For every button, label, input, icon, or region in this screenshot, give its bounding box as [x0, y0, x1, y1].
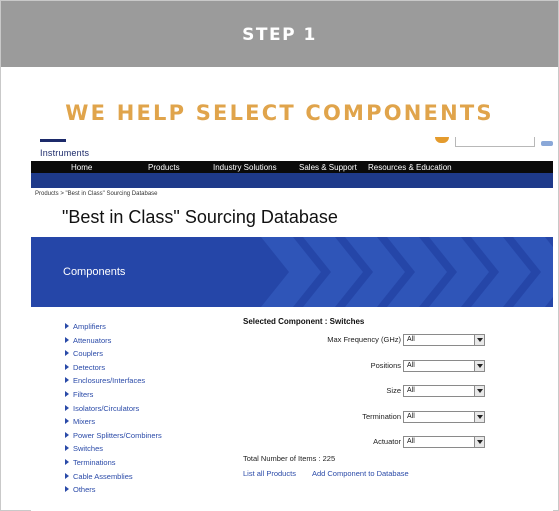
triangle-right-icon	[65, 363, 69, 370]
filter-label: Positions	[370, 361, 401, 370]
triangle-right-icon	[65, 431, 69, 438]
filter-label: Actuator	[373, 437, 401, 446]
sidebar-item-detectors[interactable]: Detectors	[65, 361, 215, 375]
select-value: All	[407, 387, 415, 394]
sidebar-item-label: Detectors	[73, 362, 106, 372]
sidebar-item-cable-assemblies[interactable]: Cable Assemblies	[65, 470, 215, 484]
slide-frame: STEP 1 WE HELP SELECT COMPONENTS Instrum…	[0, 0, 559, 511]
logo-mark-icon	[40, 139, 66, 142]
sidebar-item-attenuators[interactable]: Attenuators	[65, 334, 215, 348]
sidebar-item-label: Power Splitters/Combiners	[73, 430, 162, 440]
triangle-right-icon	[65, 458, 69, 465]
nav-products[interactable]: Products	[148, 163, 180, 172]
sub-nav-bar	[31, 175, 553, 188]
components-banner: Components	[31, 237, 553, 307]
termination-select[interactable]: All	[403, 411, 485, 423]
logo-text: Instruments	[40, 148, 90, 158]
sidebar-item-label: Couplers	[73, 349, 104, 359]
dropdown-arrow-icon[interactable]	[474, 437, 484, 447]
filter-row-size: Size All	[243, 385, 503, 397]
dropdown-arrow-icon[interactable]	[474, 412, 484, 422]
triangle-right-icon	[65, 350, 69, 357]
triangle-right-icon	[65, 418, 69, 425]
sidebar-item-label: Switches	[73, 444, 104, 454]
select-value: All	[407, 336, 415, 343]
panel-links: List all Products Add Component to Databa…	[243, 469, 409, 478]
nav-industry-solutions[interactable]: Industry Solutions	[213, 163, 277, 172]
sidebar-item-others[interactable]: Others	[65, 483, 215, 497]
sidebar-item-label: Cable Assemblies	[73, 471, 133, 481]
select-value: All	[407, 438, 415, 445]
sidebar-item-label: Filters	[73, 389, 94, 399]
triangle-right-icon	[65, 472, 69, 479]
sidebar-item-enclosures[interactable]: Enclosures/Interfaces	[65, 374, 215, 388]
breadcrumb[interactable]: Products > "Best in Class" Sourcing Data…	[35, 191, 158, 197]
positions-select[interactable]: All	[403, 360, 485, 372]
sidebar-item-filters[interactable]: Filters	[65, 388, 215, 402]
sidebar-item-mixers[interactable]: Mixers	[65, 415, 215, 429]
sidebar-item-label: Isolators/Circulators	[73, 403, 140, 413]
sidebar-item-label: Amplifiers	[73, 322, 106, 331]
website-screenshot: Instruments Home Products Industry Solut…	[31, 137, 553, 511]
dropdown-arrow-icon[interactable]	[474, 361, 484, 371]
filter-row-actuator: Actuator All	[243, 436, 503, 448]
list-all-products-link[interactable]: List all Products	[243, 469, 296, 478]
triangle-right-icon	[65, 390, 69, 397]
sidebar-item-label: Enclosures/Interfaces	[73, 376, 146, 386]
dropdown-arrow-icon[interactable]	[474, 335, 484, 345]
globe-icon[interactable]	[435, 137, 449, 143]
filter-panel: Selected Component : Switches Max Freque…	[243, 317, 503, 478]
max-frequency-select[interactable]: All	[403, 334, 485, 346]
triangle-right-icon	[65, 486, 69, 493]
sidebar-item-switches[interactable]: Switches	[65, 442, 215, 456]
triangle-right-icon	[65, 323, 69, 329]
triangle-right-icon	[65, 404, 69, 411]
nav-home[interactable]: Home	[71, 163, 92, 172]
sidebar-item-label: Attenuators	[73, 335, 112, 345]
filter-row-positions: Positions All	[243, 360, 503, 372]
total-items: Total Number of Items : 225	[243, 454, 336, 463]
sidebar-item-power-splitters[interactable]: Power Splitters/Combiners	[65, 429, 215, 443]
triangle-right-icon	[65, 377, 69, 384]
triangle-right-icon	[65, 336, 69, 343]
headline: WE HELP SELECT COMPONENTS	[65, 101, 494, 125]
add-component-link[interactable]: Add Component to Database	[312, 469, 409, 478]
header-utilities	[363, 137, 553, 153]
actuator-select[interactable]: All	[403, 436, 485, 448]
banner-title: Components	[63, 266, 126, 278]
filter-row-max-frequency: Max Frequency (GHz) All	[243, 334, 503, 346]
company-logo[interactable]: Instruments	[40, 139, 90, 161]
component-sidebar: Amplifiers Attenuators Couplers Detector…	[65, 320, 215, 497]
filter-label: Termination	[362, 412, 401, 421]
sidebar-item-label: Mixers	[73, 417, 96, 427]
filter-label: Max Frequency (GHz)	[327, 335, 401, 344]
main-nav: Home Products Industry Solutions Sales &…	[31, 161, 553, 175]
sidebar-item-amplifiers[interactable]: Amplifiers	[65, 320, 215, 334]
search-input[interactable]	[455, 137, 535, 147]
step-label: STEP 1	[242, 25, 317, 45]
step-header-bar: STEP 1	[1, 1, 558, 67]
sidebar-item-label: Others	[73, 485, 96, 495]
page-title: "Best in Class" Sourcing Database	[62, 207, 338, 227]
nav-sales-support[interactable]: Sales & Support	[299, 163, 357, 172]
select-value: All	[407, 362, 415, 369]
select-value: All	[407, 413, 415, 420]
sidebar-item-isolators[interactable]: Isolators/Circulators	[65, 402, 215, 416]
filter-label: Size	[386, 386, 401, 395]
search-go-button[interactable]	[541, 141, 553, 146]
triangle-right-icon	[65, 445, 69, 452]
panel-title: Selected Component : Switches	[243, 317, 365, 326]
sidebar-item-couplers[interactable]: Couplers	[65, 347, 215, 361]
dropdown-arrow-icon[interactable]	[474, 386, 484, 396]
sidebar-item-label: Terminations	[73, 457, 116, 467]
nav-resources-education[interactable]: Resources & Education	[368, 163, 452, 172]
filter-row-termination: Termination All	[243, 411, 503, 423]
sidebar-item-terminations[interactable]: Terminations	[65, 456, 215, 470]
size-select[interactable]: All	[403, 385, 485, 397]
